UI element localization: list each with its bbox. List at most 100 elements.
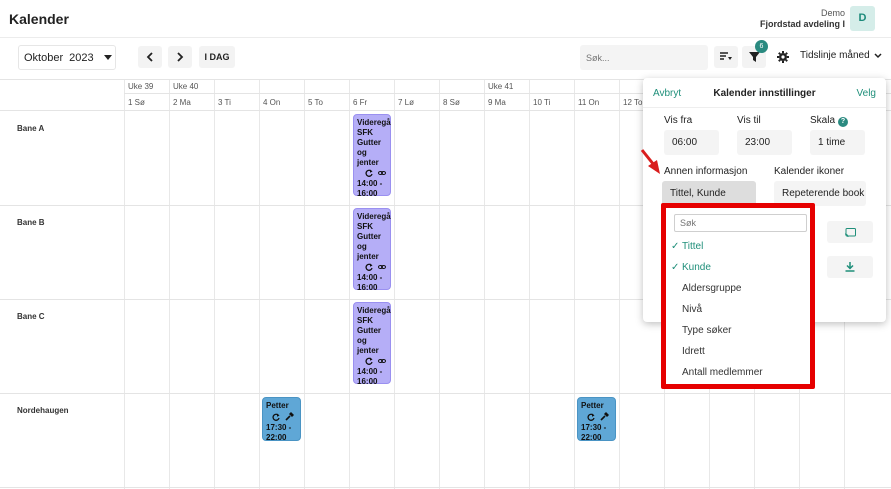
funnel-icon bbox=[748, 51, 760, 62]
dropdown-search-input[interactable] bbox=[674, 214, 807, 232]
event-time: 14:00 - bbox=[357, 367, 383, 376]
day-label: 2 Ma bbox=[173, 98, 191, 107]
event-title-line: jenter bbox=[357, 158, 379, 167]
check-icon: ✓ bbox=[671, 241, 680, 252]
resource-label: Bane A bbox=[17, 124, 45, 133]
link-icon bbox=[378, 265, 386, 269]
download-button[interactable] bbox=[827, 256, 873, 278]
month-label: Oktober bbox=[24, 51, 64, 64]
settings-header: Avbryt Kalender innstillinger Velg bbox=[643, 78, 886, 108]
day-label: 6 Fr bbox=[353, 98, 368, 107]
view-select[interactable]: Tidslinje måned bbox=[800, 50, 882, 61]
month-select[interactable]: Oktober 2023 bbox=[18, 45, 116, 70]
calendar-icons-label: Kalender ikoner bbox=[774, 166, 845, 177]
gear-icon bbox=[777, 51, 789, 63]
search-input[interactable] bbox=[580, 45, 708, 70]
event-title-line: Petter bbox=[266, 401, 289, 410]
link-icon bbox=[378, 359, 386, 363]
repeat-icon bbox=[365, 263, 373, 271]
scale-label-text: Skala bbox=[810, 115, 836, 126]
event-title-line: Gutter bbox=[357, 326, 381, 335]
check-icon: ✓ bbox=[671, 262, 680, 273]
day-label: 9 Ma bbox=[488, 98, 506, 107]
event-title-line: jenter bbox=[357, 346, 379, 355]
week-label: Uke 41 bbox=[488, 82, 514, 91]
sort-filter-button[interactable] bbox=[714, 46, 738, 68]
week-label: Uke 40 bbox=[173, 82, 199, 91]
chevron-down-icon bbox=[874, 52, 882, 58]
event-title-line: Gutter bbox=[357, 232, 381, 241]
link-icon bbox=[378, 171, 386, 175]
chevron-right-icon bbox=[177, 52, 184, 62]
calendar-event[interactable]: Videregå SFK Gutter og jenter 14:00 - 16… bbox=[353, 208, 391, 292]
dropdown-option-kunde[interactable]: Kunde bbox=[682, 262, 711, 273]
prev-button[interactable] bbox=[138, 46, 162, 68]
caret-down-icon bbox=[103, 55, 112, 60]
event-time: 16:00 bbox=[357, 377, 378, 386]
day-label: 12 To bbox=[623, 98, 643, 107]
confirm-button[interactable]: Velg bbox=[857, 88, 876, 99]
dropdown-option-tittel[interactable]: Tittel bbox=[682, 241, 703, 252]
sort-filter-icon bbox=[720, 52, 732, 60]
calendar-event[interactable]: Videregå SFK Gutter og jenter 14:00 - 16… bbox=[353, 302, 391, 386]
dropdown-option-antall-medlemmer[interactable]: Antall medlemmer bbox=[682, 367, 763, 378]
event-title-line: Petter bbox=[581, 401, 604, 410]
day-label: 5 To bbox=[308, 98, 323, 107]
event-time: 14:00 - bbox=[357, 179, 383, 188]
event-title-line: SFK bbox=[357, 128, 373, 137]
event-title-line: Videregå bbox=[357, 212, 391, 221]
event-time: 17:30 - bbox=[266, 423, 292, 432]
calendar-event[interactable]: Petter 17:30 - 22:00 bbox=[577, 397, 616, 442]
day-label: 11 On bbox=[578, 98, 600, 107]
user-info[interactable]: Demo Fjordstad avdeling I bbox=[760, 8, 845, 29]
day-label: 8 Sø bbox=[443, 98, 460, 107]
page-title: Kalender bbox=[9, 11, 69, 27]
to-time-field[interactable]: 23:00 bbox=[737, 130, 792, 155]
scale-field[interactable]: 1 time bbox=[810, 130, 865, 155]
event-title-line: Videregå bbox=[357, 118, 391, 127]
event-time: 16:00 bbox=[357, 283, 378, 292]
hammer-icon bbox=[600, 412, 609, 421]
dropdown-option-idrett[interactable]: Idrett bbox=[682, 346, 705, 357]
cast-button[interactable] bbox=[827, 221, 873, 243]
calendar-event[interactable]: Videregå SFK Gutter og jenter 14:00 - 16… bbox=[353, 114, 391, 198]
event-time: 22:00 bbox=[266, 433, 287, 442]
chevron-left-icon bbox=[146, 52, 153, 62]
dropdown-option-niva[interactable]: Nivå bbox=[682, 304, 702, 315]
filter-count-badge: 6 bbox=[755, 40, 768, 53]
scale-label: Skala? bbox=[810, 115, 849, 127]
top-bar: Kalender Demo Fjordstad avdeling I D bbox=[0, 0, 891, 38]
event-title-line: Videregå bbox=[357, 306, 391, 315]
day-label: 7 Lø bbox=[398, 98, 415, 107]
event-title-line: jenter bbox=[357, 252, 379, 261]
calendar-event[interactable]: Petter 17:30 - 22:00 bbox=[262, 397, 301, 442]
from-label: Vis fra bbox=[664, 115, 693, 126]
user-org: Fjordstad avdeling I bbox=[759, 19, 845, 29]
from-time-field[interactable]: 06:00 bbox=[664, 130, 719, 155]
download-icon bbox=[845, 262, 855, 272]
avatar[interactable]: D bbox=[850, 6, 875, 31]
dropdown-option-aldersgruppe[interactable]: Aldersgruppe bbox=[682, 283, 741, 294]
day-label: 3 Ti bbox=[218, 98, 231, 107]
calendar-toolbar: Oktober 2023 I DAG 6 Tidslinje måned bbox=[0, 39, 891, 77]
day-label: 4 On bbox=[263, 98, 281, 107]
day-label: 1 Sø bbox=[128, 98, 145, 107]
event-title-line: Gutter bbox=[357, 138, 381, 147]
dropdown-option-type-soker[interactable]: Type søker bbox=[682, 325, 731, 336]
event-time: 17:30 - bbox=[581, 423, 607, 432]
repeat-icon bbox=[365, 169, 373, 177]
other-info-label: Annen informasjon bbox=[664, 166, 748, 177]
event-time: 14:00 - bbox=[357, 273, 383, 282]
next-button[interactable] bbox=[168, 46, 192, 68]
week-label: Uke 39 bbox=[128, 82, 154, 91]
today-button[interactable]: I DAG bbox=[199, 46, 235, 68]
settings-button[interactable] bbox=[771, 46, 795, 68]
view-select-label: Tidslinje måned bbox=[800, 50, 870, 61]
help-icon[interactable]: ? bbox=[838, 117, 849, 127]
event-title-line: SFK bbox=[357, 222, 373, 231]
repeat-icon bbox=[365, 357, 373, 365]
event-title-line: og bbox=[357, 336, 367, 345]
event-time: 22:00 bbox=[581, 433, 602, 442]
red-arrow-annotation bbox=[640, 149, 660, 174]
settings-title: Kalender innstillinger bbox=[713, 88, 816, 99]
